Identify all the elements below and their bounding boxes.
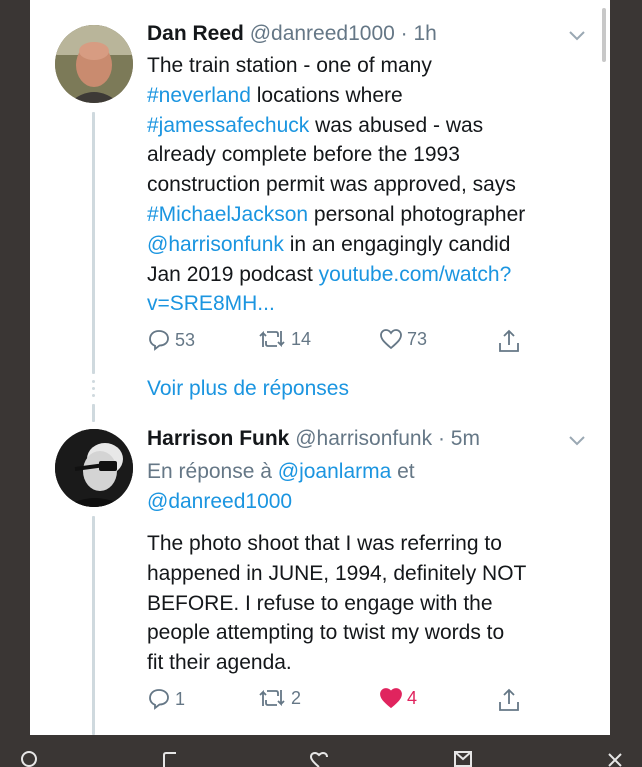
retweet-icon[interactable] [160, 749, 182, 767]
hashtag-or-mention-link[interactable]: v=SRE8MH... [147, 292, 275, 315]
tweet-text-line: fit their agenda. [147, 651, 292, 675]
thread-connector [92, 516, 95, 735]
retweet-icon [259, 689, 285, 707]
tweet-time[interactable]: · 1h [401, 22, 437, 45]
tweet-text-segment: construction permit was approved, says [147, 173, 516, 197]
hashtag-or-mention-link[interactable]: @harrisonfunk [147, 233, 284, 256]
tweet-header: Dan Reed @danreed1000 · 1h [147, 22, 437, 46]
reply-prefix: En réponse à [147, 460, 278, 483]
reply-and: et [391, 460, 415, 483]
tweet-text-line: The train station - one of many [147, 51, 595, 81]
reply-count: 1 [175, 688, 186, 709]
tweet-text-line: The photo shoot that I was referring to [147, 532, 502, 555]
tweet-text-segment: locations where [250, 83, 403, 107]
tweet-text-line: BEFORE. I refuse to engage with the [147, 591, 493, 615]
user-handle[interactable]: @harrisonfunk [295, 427, 432, 450]
mention-link[interactable]: @joanlarma [278, 460, 392, 483]
share-icon [499, 688, 519, 711]
thread-dots [92, 380, 95, 401]
tweet-thread: Dan Reed @danreed1000 · 1h The train sta… [30, 0, 610, 735]
chevron-down-icon[interactable] [568, 435, 586, 447]
tweet-text: The photo shoot that I was referring to … [147, 529, 595, 678]
reply-count: 53 [175, 329, 196, 350]
reply-icon [149, 689, 169, 710]
bottom-nav-bar [0, 735, 642, 767]
tweet-text-line: @harrisonfunk in an engagingly candid [147, 230, 595, 260]
tweet-actions: 1 2 4 [147, 687, 547, 717]
tweet-text-segment: Jan 2019 podcast [147, 262, 319, 286]
close-icon[interactable] [604, 749, 626, 767]
like-icon [380, 688, 402, 709]
retweet-button[interactable]: 14 [257, 328, 311, 350]
retweet-count: 14 [291, 328, 312, 349]
reply-context: En réponse à @joanlarma et @danreed1000 [147, 457, 595, 517]
tweet-text-line: #neverland locations where [147, 81, 595, 111]
tweet-text-line: #MichaelJackson personal photographer [147, 200, 595, 230]
tweet-text-line: already complete before the 1993 [147, 140, 595, 170]
tweet-text-line: v=SRE8MH... [147, 289, 595, 319]
show-more-replies-link[interactable]: Voir plus de réponses [147, 377, 349, 401]
like-button[interactable]: 4 [379, 687, 417, 709]
search-icon[interactable] [18, 749, 40, 767]
tweet-text-line: construction permit was approved, says [147, 170, 595, 200]
tweet-actions: 53 14 73 [147, 328, 547, 358]
retweet-icon [259, 330, 285, 348]
scrollbar[interactable] [602, 8, 606, 62]
tweet-text-line: #jamessafechuck was abused - was [147, 111, 595, 141]
tweet-text-line: people attempting to twist my words to [147, 621, 505, 645]
display-name[interactable]: Dan Reed [147, 22, 244, 45]
tweet-text-segment: in an engagingly candid [283, 232, 511, 256]
tweet-text-line: happened in JUNE, 1994, definitely NOT [147, 561, 527, 585]
chevron-down-icon[interactable] [568, 30, 586, 42]
like-button[interactable]: 73 [379, 328, 427, 350]
retweet-count: 2 [291, 687, 302, 708]
tweet-text-segment: The train station - one of many [147, 54, 432, 77]
like-count: 73 [407, 328, 428, 349]
tweet-text-line: Jan 2019 podcast youtube.com/watch? [147, 260, 595, 290]
reply-button[interactable]: 1 [147, 687, 185, 711]
tweet-header: Harrison Funk @harrisonfunk · 5m [147, 427, 480, 451]
user-handle[interactable]: @danreed1000 [250, 22, 395, 45]
tweet-text-segment: personal photographer [308, 202, 526, 226]
tweet-time[interactable]: · 5m [438, 427, 480, 450]
tweet-text-segment: was abused - was [309, 113, 484, 137]
notifications-icon[interactable] [308, 749, 330, 767]
hashtag-or-mention-link[interactable]: #neverland [147, 84, 251, 107]
like-count: 4 [407, 687, 418, 708]
tweet-text-segment: already complete before the 1993 [147, 143, 460, 167]
reply-icon [149, 330, 169, 351]
mention-link[interactable]: @danreed1000 [147, 490, 292, 513]
avatar[interactable] [55, 429, 133, 507]
avatar[interactable] [55, 25, 133, 103]
retweet-button[interactable]: 2 [257, 687, 301, 709]
hashtag-or-mention-link[interactable]: #jamessafechuck [147, 114, 309, 137]
display-name[interactable]: Harrison Funk [147, 427, 289, 450]
messages-icon[interactable] [452, 749, 474, 767]
hashtag-or-mention-link[interactable]: #MichaelJackson [147, 203, 308, 226]
thread-connector [92, 404, 95, 422]
thread-connector [92, 112, 95, 374]
share-button[interactable] [497, 328, 521, 354]
like-icon [380, 329, 402, 350]
hashtag-or-mention-link[interactable]: youtube.com/watch? [319, 263, 512, 286]
share-button[interactable] [497, 687, 521, 713]
reply-button[interactable]: 53 [147, 328, 195, 352]
share-icon [499, 329, 519, 352]
tweet-text: The train station - one of many #neverlan… [147, 51, 595, 319]
